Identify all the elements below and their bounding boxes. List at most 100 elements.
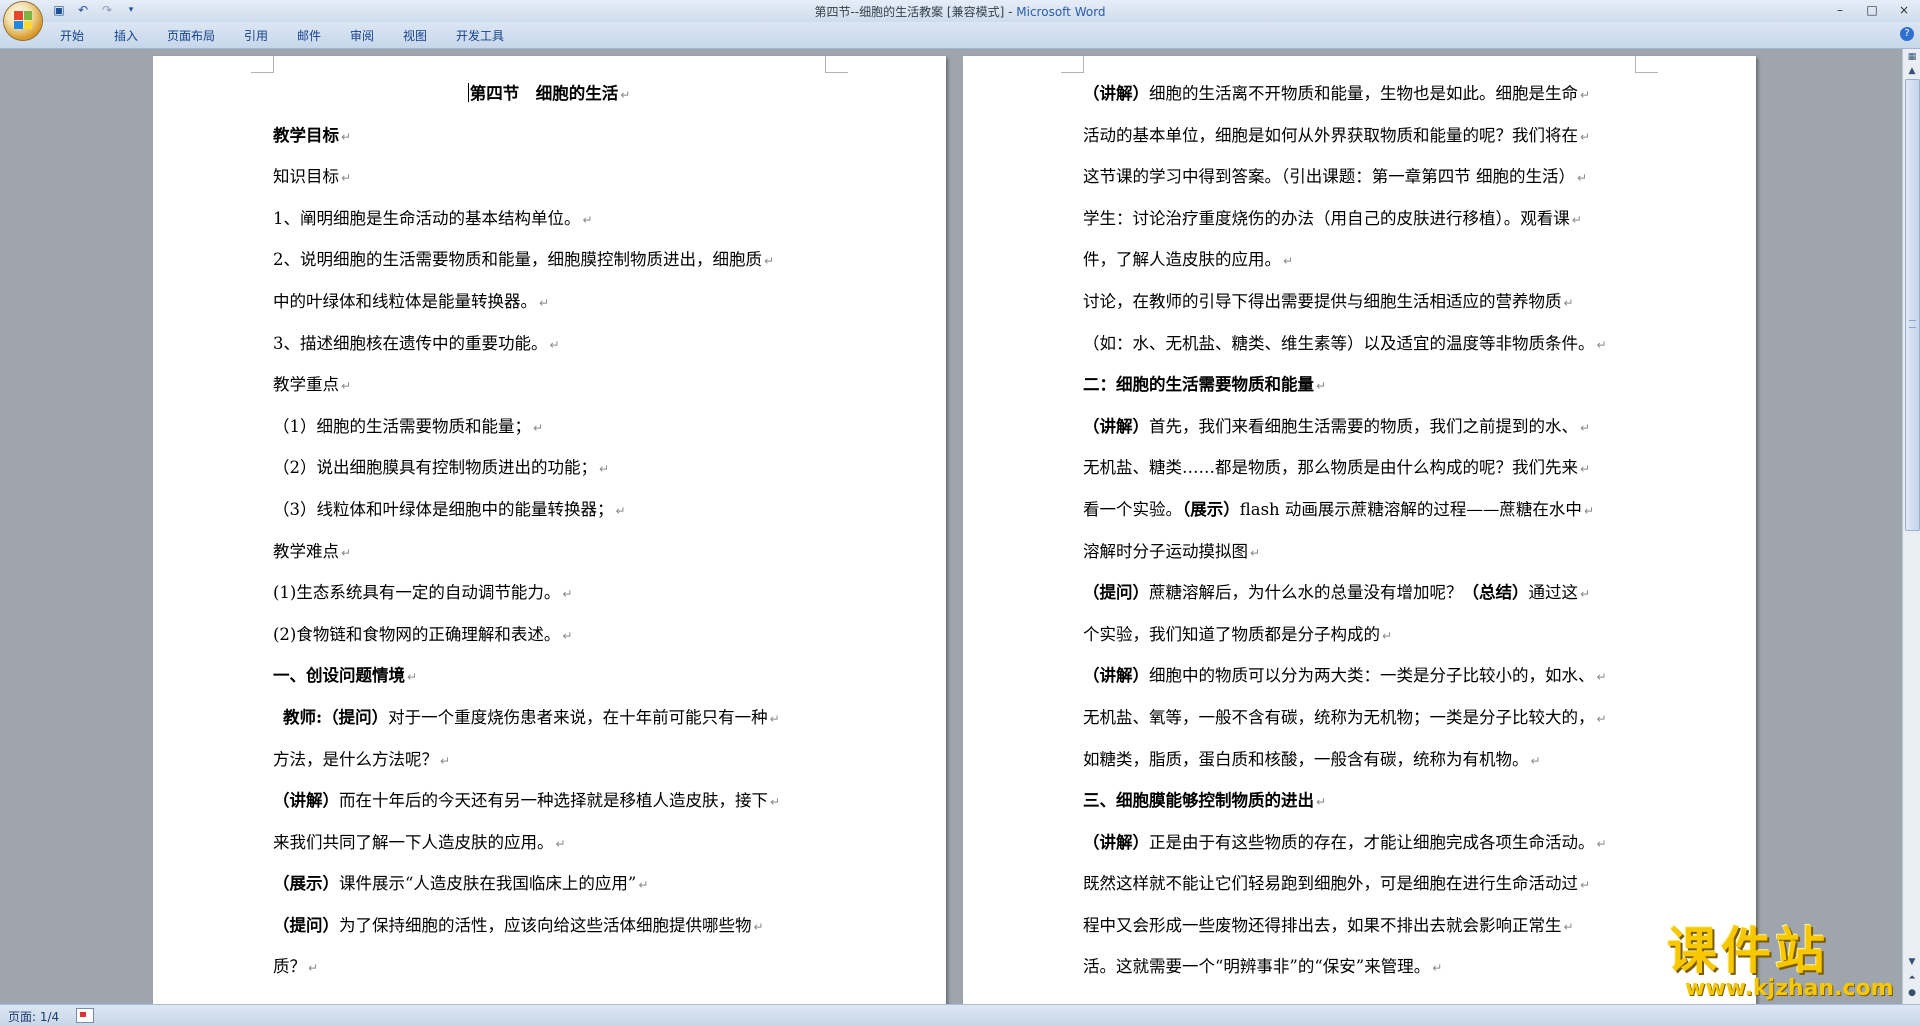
text-run: （1）细胞的生活需要物质和能量； <box>273 416 531 436</box>
tab-mailings[interactable]: 邮件 <box>297 27 321 44</box>
text-run: 3、描述细胞核在遗传中的重要功能。 <box>273 333 548 353</box>
document-page-2[interactable]: （讲解）细胞的生活离不开物质和能量，生物也是如此。细胞是生命 ↵ 活动的基本单位，细… <box>963 56 1756 1004</box>
paragraph-line[interactable]: 程中又会形成一些废物还得排出去，如果不排出去就会影响正常生 ↵ <box>1083 905 1635 947</box>
paragraph-line[interactable]: （3）线粒体和叶绿体是细胞中的能量转换器； ↵ <box>273 489 825 531</box>
paragraph-line[interactable]: （2）说出细胞膜具有控制物质进出的功能； ↵ <box>273 447 825 489</box>
paragraph-line[interactable]: 教学目标 ↵ <box>273 115 825 157</box>
scroll-thumb[interactable] <box>1905 79 1920 531</box>
page-text[interactable]: 第四节 细胞的生活 ↵ 教学目标 ↵ 知识目标 ↵ 1、阐明细胞是生命活动的基本结构单位。 ↵… <box>273 73 825 988</box>
paragraph-line[interactable]: （如：水、无机盐、糖类、维生素等）以及适宜的温度等非物质条件。 ↵ <box>1083 323 1635 365</box>
vertical-scrollbar[interactable]: ▦ ▲ ▼ ⏶ ● <box>1902 49 1920 1004</box>
text-run: 件，了解人造皮肤的应用。 <box>1083 250 1281 270</box>
paragraph-line[interactable]: （讲解）首先，我们来看细胞生活需要的物质，我们之前提到的水、 ↵ <box>1083 406 1635 448</box>
paragraph-line[interactable]: 活。这就需要一个“明辨事非”的“保安”来管理。 ↵ <box>1083 946 1635 988</box>
text-run: （2）说出细胞膜具有控制物质进出的功能； <box>273 458 597 478</box>
text-run: 对于一个重度烧伤患者来说，在十年前可能只有一种 <box>388 707 768 727</box>
paragraph-line[interactable]: 讨论，在教师的引导下得出需要提供与细胞生活相适应的营养物质 ↵ <box>1083 281 1635 323</box>
browse-object-icon[interactable]: ● <box>1904 985 1920 1001</box>
tab-developer[interactable]: 开发工具 <box>456 27 504 44</box>
text-run: (2)食物链和食物网的正确理解和表述。 <box>273 624 561 644</box>
paragraph-line[interactable]: 无机盐、糖类……都是物质，那么物质是由什么构成的呢？我们先来 ↵ <box>1083 447 1635 489</box>
paragraph-mark-icon: ↵ <box>620 88 631 102</box>
paragraph-line[interactable]: 一、创设问题情境 ↵ <box>273 655 825 697</box>
paragraph-line[interactable]: 件，了解人造皮肤的应用。 ↵ <box>1083 239 1635 281</box>
text-cursor <box>467 83 469 102</box>
tab-view[interactable]: 视图 <box>403 27 427 44</box>
text-run: （提问） <box>273 915 339 935</box>
window-title: 第四节--细胞的生活教案 [兼容模式] - Microsoft Word <box>0 3 1920 20</box>
previous-page-icon[interactable]: ⏶ <box>1904 970 1920 986</box>
paragraph-line[interactable]: （1）细胞的生活需要物质和能量； ↵ <box>273 406 825 448</box>
paragraph-mark-icon: ↵ <box>1316 379 1327 394</box>
page-indicator[interactable]: 页面: 1/4 <box>8 1008 59 1025</box>
paragraph-line[interactable]: 质？ ↵ <box>273 946 825 988</box>
paragraph-line[interactable]: 来我们共同了解一下人造皮肤的应用。 ↵ <box>273 822 825 864</box>
text-run: 看一个实验。 <box>1083 499 1182 519</box>
text-run: 方法，是什么方法呢？ <box>273 749 438 769</box>
paragraph-line[interactable]: （提问）为了保持细胞的活性，应该向给这些活体细胞提供哪些物 ↵ <box>273 905 825 947</box>
text-run: 活。这就需要一个“明辨事非”的“保安”来管理。 <box>1083 957 1431 977</box>
paragraph-line[interactable]: 个实验，我们知道了物质都是分子构成的 ↵ <box>1083 614 1635 656</box>
paragraph-line[interactable]: 教师:（提问）对于一个重度烧伤患者来说，在十年前可能只有一种 ↵ <box>273 697 825 739</box>
paragraph-line[interactable]: (1)生态系统具有一定的自动调节能力。 ↵ <box>273 572 825 614</box>
paragraph-mark-icon: ↵ <box>599 462 610 477</box>
text-run: （展示） <box>273 874 339 894</box>
paragraph-line[interactable]: 中的叶绿体和线粒体是能量转换器。 ↵ <box>273 281 825 323</box>
text-run: flash 动画展示蔗糖溶解的过程——蔗糖在水中 <box>1239 499 1582 519</box>
scroll-up-icon[interactable]: ▲ <box>1904 63 1920 79</box>
text-run: 既然这样就不能让它们轻易跑到细胞外，可是细胞在进行生命活动过 <box>1083 874 1578 894</box>
text-run: 无机盐、糖类……都是物质，那么物质是由什么构成的呢？我们先来 <box>1083 458 1578 478</box>
paragraph-line[interactable]: 既然这样就不能让它们轻易跑到细胞外，可是细胞在进行生命活动过 ↵ <box>1083 863 1635 905</box>
proofing-status-icon[interactable] <box>76 1008 94 1023</box>
text-run: 这节课的学习中得到答案。（引出课题：第一章第四节 细胞的生活） <box>1083 167 1575 187</box>
minimize-button[interactable]: – <box>1824 0 1856 20</box>
paragraph-line[interactable]: （讲解）细胞中的物质可以分为两大类：一类是分子比较小的，如水、 ↵ <box>1083 655 1635 697</box>
tab-page-layout[interactable]: 页面布局 <box>167 27 215 44</box>
text-run: 三、细胞膜能够控制物质的进出 <box>1083 791 1314 811</box>
paragraph-line[interactable]: 教学难点 ↵ <box>273 531 825 573</box>
document-workspace[interactable]: 第四节 细胞的生活 ↵ 教学目标 ↵ 知识目标 ↵ 1、阐明细胞是生命活动的基本结构单位。 ↵… <box>0 49 1902 1004</box>
text-run: 中的叶绿体和线粒体是能量转换器。 <box>273 291 537 311</box>
document-heading[interactable]: 第四节 细胞的生活 ↵ <box>273 73 825 115</box>
paragraph-line[interactable]: 看一个实验。（展示）flash 动画展示蔗糖溶解的过程——蔗糖在水中 ↵ <box>1083 489 1635 531</box>
paragraph-line[interactable]: 二：细胞的生活需要物质和能量 ↵ <box>1083 364 1635 406</box>
paragraph-line[interactable]: 1、阐明细胞是生命活动的基本结构单位。 ↵ <box>273 198 825 240</box>
paragraph-mark-icon: ↵ <box>1571 212 1582 227</box>
paragraph-line[interactable]: 2、说明细胞的生活需要物质和能量，细胞膜控制物质进出，细胞质 ↵ <box>273 239 825 281</box>
paragraph-mark-icon: ↵ <box>615 503 626 518</box>
tab-references[interactable]: 引用 <box>244 27 268 44</box>
paragraph-line[interactable]: 活动的基本单位，细胞是如何从外界获取物质和能量的呢？我们将在 ↵ <box>1083 115 1635 157</box>
paragraph-line[interactable]: 学生：讨论治疗重度烧伤的办法（用自己的皮肤进行移植）。观看课 ↵ <box>1083 198 1635 240</box>
paragraph-line[interactable]: 如糖类，脂质，蛋白质和核酸，一般含有碳，统称为有机物。 ↵ <box>1083 739 1635 781</box>
paragraph-line[interactable]: （讲解）细胞的生活离不开物质和能量，生物也是如此。细胞是生命 ↵ <box>1083 73 1635 115</box>
paragraph-line[interactable]: （提问）蔗糖溶解后，为什么水的总量没有增加呢？（总结）通过这 ↵ <box>1083 572 1635 614</box>
paragraph-mark-icon: ↵ <box>440 753 451 768</box>
page-text[interactable]: （讲解）细胞的生活离不开物质和能量，生物也是如此。细胞是生命 ↵ 活动的基本单位，细… <box>1083 73 1635 988</box>
tab-review[interactable]: 审阅 <box>350 27 374 44</box>
text-run: 教学目标 <box>273 125 339 145</box>
paragraph-line[interactable]: 教学重点 ↵ <box>273 364 825 406</box>
paragraph-mark-icon: ↵ <box>308 961 319 976</box>
paragraph-mark-icon: ↵ <box>1382 628 1393 643</box>
paragraph-line[interactable]: 知识目标 ↵ <box>273 156 825 198</box>
paragraph-line[interactable]: 3、描述细胞核在遗传中的重要功能。 ↵ <box>273 323 825 365</box>
close-button[interactable]: × <box>1888 0 1920 20</box>
tab-insert[interactable]: 插入 <box>114 27 138 44</box>
paragraph-line[interactable]: （展示）课件展示“人造皮肤在我国临床上的应用” ↵ <box>273 863 825 905</box>
paragraph-line[interactable]: 三、细胞膜能够控制物质的进出 ↵ <box>1083 780 1635 822</box>
office-button[interactable] <box>4 2 42 40</box>
paragraph-line[interactable]: (2)食物链和食物网的正确理解和表述。 ↵ <box>273 614 825 656</box>
document-page-1[interactable]: 第四节 细胞的生活 ↵ 教学目标 ↵ 知识目标 ↵ 1、阐明细胞是生命活动的基本结构单位。 ↵… <box>153 56 946 1004</box>
paragraph-line[interactable]: 溶解时分子运动摸拟图 ↵ <box>1083 531 1635 573</box>
text-run: 无机盐、氧等，一般不含有碳，统称为无机物；一类是分子比较大的， <box>1083 707 1595 727</box>
paragraph-line[interactable]: 方法，是什么方法呢？ ↵ <box>273 739 825 781</box>
scroll-down-icon[interactable]: ▼ <box>1904 954 1920 970</box>
maximize-button[interactable]: □ <box>1856 0 1888 20</box>
paragraph-line[interactable]: （讲解）正是由于有这些物质的存在，才能让细胞完成各项生命活动。 ↵ <box>1083 822 1635 864</box>
tab-home[interactable]: 开始 <box>60 27 84 44</box>
help-icon[interactable]: ? <box>1900 27 1914 41</box>
paragraph-mark-icon: ↵ <box>555 836 566 851</box>
paragraph-line[interactable]: 这节课的学习中得到答案。（引出课题：第一章第四节 细胞的生活） ↵ <box>1083 156 1635 198</box>
paragraph-line[interactable]: 无机盐、氧等，一般不含有碳，统称为无机物；一类是分子比较大的， ↵ <box>1083 697 1635 739</box>
paragraph-line[interactable]: （讲解）而在十年后的今天还有另一种选择就是移植人造皮肤，接下 ↵ <box>273 780 825 822</box>
